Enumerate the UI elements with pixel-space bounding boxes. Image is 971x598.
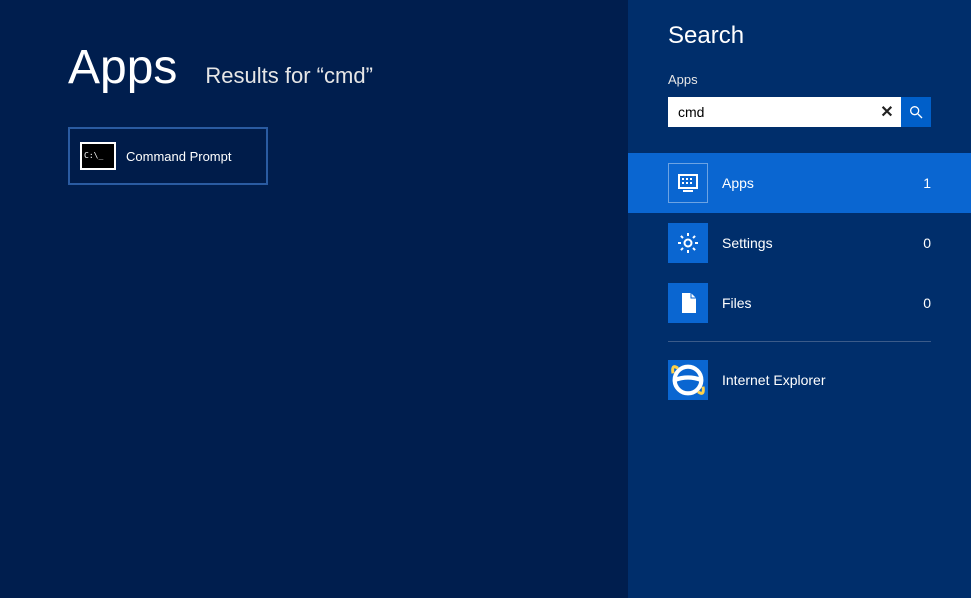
page-title: Apps (68, 40, 177, 95)
search-header: Search Apps ✕ (628, 22, 971, 127)
search-categories: Apps 1 Settings 0 Files 0 (628, 153, 971, 410)
clear-button[interactable]: ✕ (873, 97, 901, 127)
query-echo: cmd (324, 63, 366, 88)
command-prompt-icon: C:\_ (80, 142, 116, 170)
results-subtitle: Results for “cmd” (205, 63, 372, 89)
search-input-row: ✕ (668, 97, 931, 127)
search-panel: Search Apps ✕ Apps 1 (628, 0, 971, 598)
search-title: Search (668, 22, 931, 50)
category-count: 0 (923, 295, 931, 311)
search-app-internet-explorer[interactable]: Internet Explorer (628, 350, 971, 410)
divider (668, 341, 931, 342)
category-settings[interactable]: Settings 0 (628, 213, 971, 273)
close-icon: ✕ (880, 102, 893, 122)
subtitle-prefix: Results for “ (205, 63, 324, 88)
results-header: Apps Results for “cmd” (68, 40, 628, 95)
apps-icon (668, 163, 708, 203)
internet-explorer-icon (668, 360, 708, 400)
search-context-label: Apps (668, 72, 931, 87)
search-app-label: Internet Explorer (722, 372, 826, 388)
category-label: Files (722, 295, 909, 311)
category-count: 1 (923, 175, 931, 191)
category-files[interactable]: Files 0 (628, 273, 971, 333)
category-label: Apps (722, 175, 909, 191)
subtitle-suffix: ” (366, 63, 373, 88)
cmd-icon-text: C:\_ (82, 152, 103, 160)
search-button[interactable] (901, 97, 931, 127)
results-area: Apps Results for “cmd” C:\_ Command Prom… (0, 0, 628, 598)
result-label: Command Prompt (126, 149, 231, 164)
category-apps[interactable]: Apps 1 (628, 153, 971, 213)
category-count: 0 (923, 235, 931, 251)
category-label: Settings (722, 235, 909, 251)
search-icon (908, 104, 924, 120)
search-input[interactable] (668, 97, 873, 127)
file-icon (668, 283, 708, 323)
result-tile-command-prompt[interactable]: C:\_ Command Prompt (68, 127, 268, 185)
gear-icon (668, 223, 708, 263)
